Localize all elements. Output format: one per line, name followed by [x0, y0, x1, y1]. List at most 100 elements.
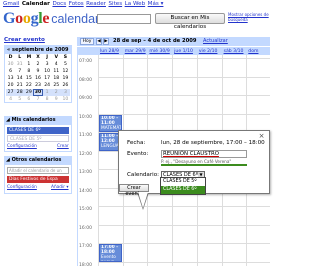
- mini-cal-day[interactable]: 28: [15, 89, 25, 96]
- mini-cal-day[interactable]: 25: [52, 82, 61, 89]
- hour-line: [98, 243, 270, 244]
- mini-cal-day[interactable]: 7: [15, 68, 24, 75]
- mini-cal-day[interactable]: 2: [33, 61, 42, 68]
- hour-label: 16:00: [79, 225, 92, 231]
- mini-cal-day[interactable]: 8: [43, 96, 52, 103]
- mini-cal-day[interactable]: 17: [43, 75, 52, 82]
- nav-fotos[interactable]: Fotos: [69, 1, 84, 7]
- calendar-item-clases-5[interactable]: CLASES DE 5º: [7, 135, 69, 142]
- day-header-5[interactable]: sáb 3/10: [224, 48, 244, 55]
- mini-cal-day[interactable]: 2: [51, 89, 61, 96]
- calendar-item-festivos[interactable]: Días Festivos de Espa: [7, 176, 69, 183]
- day-header-4[interactable]: vie 2/10: [199, 48, 218, 55]
- calendar-item-clases-6[interactable]: CLASES DE 6º: [7, 127, 69, 134]
- mini-cal-day[interactable]: 10: [61, 96, 70, 103]
- mini-cal-day[interactable]: 11: [52, 68, 61, 75]
- mini-cal-day[interactable]: 6: [24, 96, 33, 103]
- mini-cal-day[interactable]: 4: [6, 96, 15, 103]
- mini-cal-day[interactable]: 21: [15, 82, 24, 89]
- mini-cal-day[interactable]: 29: [24, 89, 34, 96]
- mini-cal-day[interactable]: 18: [52, 75, 61, 82]
- today-button[interactable]: Hoy: [80, 38, 94, 45]
- mini-cal-day[interactable]: 16: [33, 75, 42, 82]
- mini-cal-day[interactable]: 24: [43, 82, 52, 89]
- hour-label: 07:00: [79, 59, 92, 64]
- create-event-button[interactable]: Crear evento: [119, 184, 149, 197]
- search-options-link[interactable]: Mostrar opciones de búsqueda: [228, 12, 270, 23]
- mini-cal-day[interactable]: 8: [24, 68, 33, 75]
- mini-calendar-month[interactable]: « septiembre de 2009: [5, 46, 71, 54]
- day-header-0[interactable]: lun 28/9: [100, 48, 119, 55]
- day-header-2[interactable]: mié 30/9: [149, 48, 169, 55]
- mini-cal-dow: S: [63, 55, 68, 60]
- mini-cal-day[interactable]: 3: [60, 89, 70, 96]
- event-title: LENGUA: [101, 144, 119, 149]
- calendar-dropdown[interactable]: CLASES DE 5º CLASES DE 6º: [160, 177, 206, 195]
- close-icon[interactable]: ×: [258, 133, 265, 140]
- mini-cal-dow: V: [54, 55, 59, 60]
- day-header-1[interactable]: mar 29/9: [125, 48, 146, 55]
- mini-cal-day[interactable]: 19: [61, 75, 70, 82]
- mini-cal-day[interactable]: 14: [15, 75, 24, 82]
- mini-cal-day[interactable]: 26: [61, 82, 70, 89]
- mini-cal-day[interactable]: 5: [15, 96, 24, 103]
- search-input[interactable]: [97, 14, 151, 24]
- add-calendar-input[interactable]: Añadir el calendario de un: [7, 167, 69, 174]
- calendar-event[interactable]: 17:00 – 18:00Evento nuevo: [99, 244, 122, 262]
- nav-sites[interactable]: Sites: [108, 1, 122, 7]
- mini-cal-day[interactable]: 3: [43, 61, 52, 68]
- mini-cal-day[interactable]: 6: [6, 68, 15, 75]
- event-time: 17:00 – 18:00: [101, 245, 119, 255]
- nav-gmail[interactable]: Gmail: [3, 1, 19, 7]
- dropdown-option-clases-5[interactable]: CLASES DE 5º: [161, 178, 205, 186]
- my-calendars-list: CLASES DE 6º CLASES DE 5º Configuración …: [4, 125, 72, 152]
- my-calendars-create-link[interactable]: Crear: [57, 144, 69, 149]
- mini-cal-day[interactable]: 9: [52, 96, 61, 103]
- nav-docs[interactable]: Docs: [52, 1, 66, 7]
- create-event-link[interactable]: Crear evento: [4, 37, 45, 43]
- mini-cal-day[interactable]: 30: [33, 89, 43, 96]
- mini-cal-day[interactable]: 31: [15, 61, 24, 68]
- other-calendars-add-link[interactable]: Añadir ▾: [51, 185, 69, 190]
- mini-cal-day[interactable]: 30: [6, 61, 15, 68]
- other-calendars-header[interactable]: ◢ Otros calendarios: [4, 156, 72, 165]
- mini-cal-day[interactable]: 22: [24, 82, 33, 89]
- mini-cal-day[interactable]: 12: [61, 68, 70, 75]
- mini-cal-day[interactable]: 1: [24, 61, 33, 68]
- mini-cal-day[interactable]: 10: [43, 68, 52, 75]
- dropdown-option-clases-6[interactable]: CLASES DE 6º: [161, 186, 205, 194]
- hour-label: 14:00: [79, 188, 92, 194]
- hour-line: [98, 113, 270, 115]
- search-button[interactable]: Buscar en Mis calendarios: [155, 13, 225, 30]
- mini-cal-day[interactable]: 9: [33, 68, 42, 75]
- mini-cal-day[interactable]: 20: [6, 82, 15, 89]
- logo-calendar-word: calendar: [51, 12, 100, 26]
- other-calendars-config-link[interactable]: Configuración: [7, 185, 37, 190]
- my-calendars-header[interactable]: ◢ Mis calendarios: [4, 116, 72, 125]
- prev-week-button[interactable]: ◀: [96, 38, 102, 45]
- nav-more[interactable]: Más ▾: [148, 1, 164, 7]
- mini-cal-day[interactable]: 15: [24, 75, 33, 82]
- mini-cal-day[interactable]: 5: [61, 61, 70, 68]
- nav-web[interactable]: La Web: [125, 1, 146, 7]
- nav-calendar[interactable]: Calendar: [22, 1, 50, 7]
- mini-cal-day[interactable]: 1: [42, 89, 52, 96]
- google-calendar-logo[interactable]: Google calendar: [3, 10, 99, 28]
- other-calendars-list: Añadir el calendario de un Días Festivos…: [4, 165, 72, 194]
- next-week-button[interactable]: ▶: [103, 38, 109, 45]
- nav-reader[interactable]: Reader: [86, 1, 106, 7]
- mini-cal-day[interactable]: 13: [6, 75, 15, 82]
- mini-cal-day[interactable]: 23: [33, 82, 42, 89]
- fecha-label: Fecha:: [127, 140, 146, 146]
- my-calendars-config-link[interactable]: Configuración: [7, 144, 37, 149]
- hour-line: [98, 95, 270, 96]
- hour-label: 10:00: [79, 114, 92, 120]
- refresh-link[interactable]: Actualizar: [203, 38, 228, 45]
- mini-cal-day[interactable]: 27: [6, 89, 16, 96]
- day-header-3[interactable]: jue 1/10: [174, 48, 193, 55]
- mini-cal-dow: D: [8, 55, 13, 60]
- mini-cal-day[interactable]: 7: [33, 96, 42, 103]
- event-title-input[interactable]: REUNIÓN CLAUSTRO: [161, 150, 247, 158]
- mini-cal-day[interactable]: 4: [52, 61, 61, 68]
- hour-label: 09:00: [79, 96, 92, 101]
